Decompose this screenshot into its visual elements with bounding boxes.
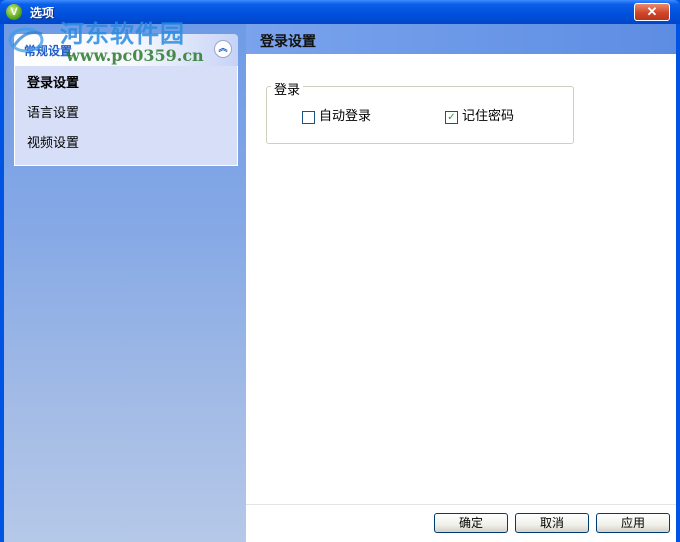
sidebar: 常规设置 ︽ 登录设置 语言设置 视频设置 <box>4 24 246 542</box>
app-logo-icon: V <box>6 4 22 20</box>
checkmark-icon: ✓ <box>447 112 456 123</box>
watermark-brand: 河东软件园 <box>60 19 185 48</box>
apply-button[interactable]: 应用 <box>596 513 670 533</box>
sidebar-item-video-settings[interactable]: 视频设置 <box>27 134 79 154</box>
panel-header: 登录设置 <box>246 24 676 54</box>
sidebar-item-login-settings[interactable]: 登录设置 <box>27 74 79 94</box>
close-button[interactable]: ✕ <box>634 3 670 21</box>
remember-password-checkbox[interactable]: ✓ <box>445 111 458 124</box>
watermark-url: www.pc0359.cn <box>66 46 204 65</box>
fieldset-legend: 登录 <box>271 79 304 98</box>
chevron-up-double-icon: ︽ <box>218 44 228 54</box>
auto-login-label[interactable]: 自动登录 <box>319 109 371 125</box>
ok-button[interactable]: 确定 <box>434 513 508 533</box>
remember-password-label[interactable]: 记住密码 <box>462 109 514 125</box>
collapse-button[interactable]: ︽ <box>214 40 232 58</box>
footer-divider <box>246 504 676 505</box>
window-title: 选项 <box>30 6 55 20</box>
login-fieldset: 登录 自动登录 ✓ 记住密码 <box>266 79 574 144</box>
close-icon: ✕ <box>646 4 658 19</box>
watermark-logo-icon <box>8 27 44 53</box>
sidebar-group-body: 登录设置 语言设置 视频设置 <box>14 66 238 166</box>
cancel-button[interactable]: 取消 <box>515 513 589 533</box>
auto-login-checkbox[interactable] <box>302 111 315 124</box>
window-border <box>676 24 680 542</box>
sidebar-item-language-settings[interactable]: 语言设置 <box>27 104 79 124</box>
page-title: 登录设置 <box>260 34 316 50</box>
settings-panel: 登录设置 登录 自动登录 ✓ 记住密码 确定 取消 应用 <box>246 24 676 542</box>
options-dialog: V 选项 ✕ 常规设置 ︽ 登录设置 语言设置 视频设置 登录设置 登录 自动登… <box>0 0 680 542</box>
